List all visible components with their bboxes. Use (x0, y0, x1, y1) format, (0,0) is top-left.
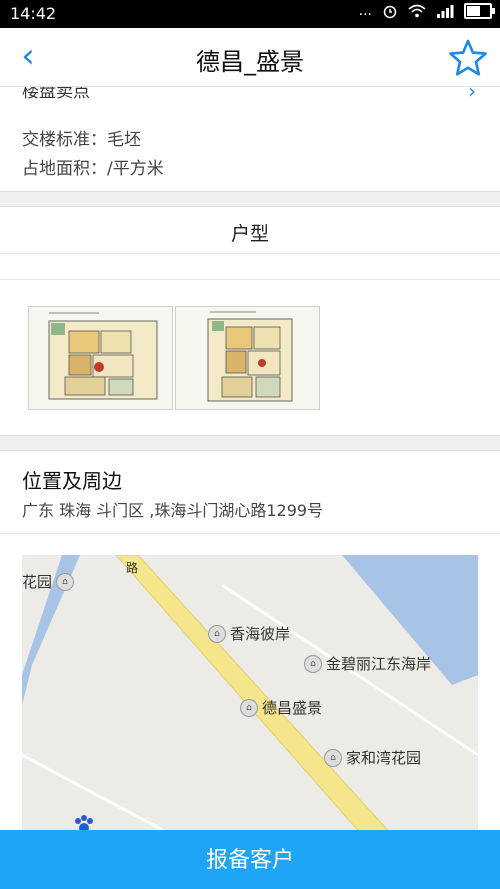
floorplan-section-title: 户型 (230, 223, 269, 245)
floorplan-thumbnail[interactable] (28, 306, 173, 410)
divider (0, 533, 500, 534)
star-outline-icon (449, 39, 487, 76)
signal-icon (437, 5, 454, 18)
location-address: 广东 珠海 斗门区 ,珠海斗门湖心路1299号 (22, 501, 324, 520)
chevron-left-icon: ‹ (21, 36, 35, 76)
map-road-label: 路 (126, 561, 139, 575)
alarm-icon (383, 5, 397, 19)
poi-marker-icon: ⌂ (240, 698, 258, 717)
floorplan-thumbnail[interactable] (175, 306, 320, 410)
nav-bar: ‹ 德昌_盛景 (0, 28, 500, 87)
map-poi-label[interactable]: 花园 ⌂ (22, 571, 75, 592)
poi-marker-icon: ⌂ (208, 624, 226, 643)
back-button[interactable]: ‹ (10, 34, 46, 78)
map-poi-label[interactable]: ⌂ 香海彼岸 (208, 623, 290, 644)
map-poi-label[interactable]: ⌂ 德昌盛景 (240, 697, 322, 718)
map-roads (22, 555, 478, 830)
selling-points-label[interactable]: 楼盘卖点 (22, 87, 90, 102)
page-title: 德昌_盛景 (196, 48, 304, 76)
location-map[interactable]: 花园 ⌂ 路 ⌂ 香海彼岸 ⌂ 金碧丽江东海岸 ⌂ 德昌盛景 ⌂ 家和湾花园 (22, 555, 478, 830)
detail-content[interactable]: 楼盘卖点 › 交楼标准：毛坯 占地面积：/平方米 户型 位置及周边 广东 珠海 … (0, 87, 500, 830)
divider (0, 253, 500, 254)
battery-icon (464, 3, 495, 19)
favorite-button[interactable] (448, 38, 488, 78)
map-poi-label[interactable]: ⌂ 金碧丽江东海岸 (304, 653, 431, 674)
floorplan-image (207, 311, 293, 402)
status-time: 14:42 (10, 4, 57, 23)
status-bar: 14:42 ... (0, 0, 500, 28)
report-customer-button[interactable]: 报备客户 (0, 830, 500, 889)
wifi-icon (408, 4, 426, 18)
more-dots-icon: ... (358, 3, 372, 19)
poi-marker-icon: ⌂ (304, 654, 322, 673)
divider (0, 279, 500, 280)
location-pin-icon (72, 813, 96, 830)
floorplan-gallery (28, 306, 320, 410)
chevron-right-icon[interactable]: › (468, 87, 476, 103)
poi-marker-icon: ⌂ (324, 748, 342, 767)
section-separator (0, 435, 500, 451)
location-title: 位置及周边 (22, 469, 122, 493)
land-area: 占地面积：/平方米 (22, 159, 164, 179)
delivery-standard: 交楼标准：毛坯 (22, 130, 141, 150)
status-icons: ... (358, 3, 495, 19)
map-poi-label[interactable]: ⌂ 家和湾花园 (324, 747, 421, 768)
floorplan-image (48, 312, 158, 400)
section-separator (0, 191, 500, 207)
poi-marker-icon: ⌂ (56, 572, 75, 591)
